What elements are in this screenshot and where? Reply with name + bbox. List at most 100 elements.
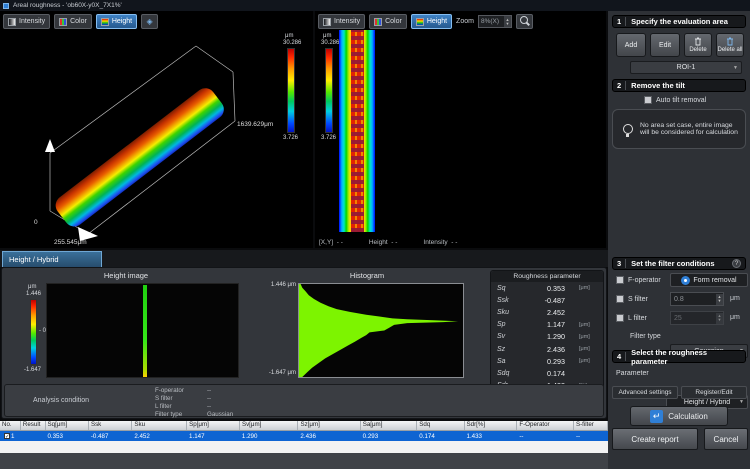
- view-3d-button[interactable]: ◈: [141, 14, 158, 29]
- column-header[interactable]: F-Operator: [517, 421, 574, 430]
- parameter-value: 0.353: [521, 284, 565, 293]
- form-removal-icon: [681, 276, 690, 285]
- advanced-settings-button[interactable]: Advanced settings: [612, 386, 678, 399]
- s-filter-checkbox[interactable]: S filter: [616, 295, 648, 303]
- add-roi-button[interactable]: Add: [616, 33, 646, 57]
- parameter-value: 0.174: [521, 369, 565, 378]
- histogram-chart: [299, 284, 463, 377]
- analysis-condition-list: F-operator--S filter--L filter--Filter t…: [155, 385, 233, 416]
- s-filter-unit: μm: [730, 295, 740, 302]
- trash-icon: [694, 37, 702, 46]
- parameter-value: 1.290: [521, 332, 565, 341]
- result-cell: 0.353: [45, 433, 88, 440]
- register-edit-button[interactable]: Register/Edit: [681, 386, 747, 399]
- s-filter-input[interactable]: 0.8 ▲▼: [670, 292, 724, 306]
- edit-roi-button[interactable]: Edit: [650, 33, 680, 57]
- viewer-3d-panel[interactable]: Intensity Color Height ◈: [0, 11, 313, 248]
- intensity-button-2d[interactable]: Intensity: [318, 14, 365, 29]
- zoom-spinner[interactable]: ▲▼: [504, 16, 511, 27]
- roughness-parameter-box: Roughness parameter Sq0.353[μm]Ssk-0.487…: [490, 270, 604, 402]
- chevron-down-icon: ▼: [739, 399, 744, 405]
- cancel-button[interactable]: Cancel: [704, 428, 748, 450]
- column-header[interactable]: Sa[μm]: [361, 421, 418, 430]
- parameter-value: -0.487: [521, 296, 565, 305]
- f-operator-checkbox[interactable]: F-operator: [616, 276, 661, 284]
- column-header[interactable]: No.: [0, 421, 21, 430]
- tab-height-hybrid[interactable]: Height / Hybrid: [2, 251, 102, 267]
- create-report-button[interactable]: Create report: [612, 428, 698, 450]
- roi-select[interactable]: ROI-1 ▼: [630, 61, 742, 74]
- form-removal-button[interactable]: Form removal: [670, 273, 748, 287]
- row-checkbox[interactable]: ✓: [4, 433, 10, 439]
- help-icon[interactable]: ?: [732, 259, 741, 268]
- zoom-label: Zoom: [456, 18, 474, 25]
- checkbox-box: [616, 314, 624, 322]
- result-cell: --: [574, 433, 608, 440]
- section-2-header: 2 Remove the tilt: [612, 79, 746, 92]
- lightbulb-icon: [623, 124, 633, 134]
- roughness-row: Sa0.293[μm]: [491, 355, 603, 367]
- scale3d-max: 30.286: [283, 40, 301, 47]
- result-cell: 0.293: [361, 433, 418, 440]
- title-bar: Areal roughness - 'ob60X-y0X_7X1%': [0, 0, 750, 11]
- parameter-unit: [μm]: [579, 334, 590, 340]
- parameter-name: Sq: [497, 285, 521, 292]
- result-cell: 1.147: [187, 433, 240, 440]
- color-icon: [59, 18, 67, 26]
- parameter-label: Parameter: [616, 370, 649, 377]
- roughness-row: Sz2.436[μm]: [491, 343, 603, 355]
- magnifier-button[interactable]: [516, 14, 533, 29]
- l-filter-unit: μm: [730, 314, 740, 321]
- delete-roi-button[interactable]: Delete: [684, 33, 712, 57]
- column-header[interactable]: Sdr[%]: [465, 421, 518, 430]
- auto-tilt-removal-checkbox[interactable]: Auto tilt removal: [644, 96, 706, 104]
- column-header[interactable]: Sku: [132, 421, 187, 430]
- sample-surface: [52, 84, 228, 230]
- analysis-panel: Height image μm 1.446 - 0 -1.647 Histogr…: [1, 267, 607, 419]
- l-filter-checkbox[interactable]: L filter: [616, 314, 647, 322]
- parameter-unit: [μm]: [579, 346, 590, 352]
- column-header[interactable]: Ssk: [89, 421, 132, 430]
- roughness-row: Sp1.147[μm]: [491, 319, 603, 331]
- column-header[interactable]: Sz[μm]: [298, 421, 360, 430]
- height-button[interactable]: Height: [96, 14, 137, 29]
- surface-3d-view[interactable]: 1639.629μm 0 255.545μm: [0, 31, 280, 246]
- zoom-select[interactable]: 8%(X) ▲▼: [478, 15, 512, 28]
- height-button-2d[interactable]: Height: [411, 14, 452, 29]
- column-header[interactable]: Sv[μm]: [240, 421, 298, 430]
- histogram-title: Histogram: [252, 271, 482, 280]
- column-header[interactable]: Sq[μm]: [46, 421, 89, 430]
- column-header[interactable]: Result: [21, 421, 46, 430]
- scale2d-bar: [325, 48, 333, 133]
- color-button[interactable]: Color: [54, 14, 92, 29]
- column-header[interactable]: Sdq: [417, 421, 464, 430]
- parameter-name: Sku: [497, 309, 521, 316]
- histogram-min-label: -1.647 μm: [254, 370, 296, 377]
- color-button-2d[interactable]: Color: [369, 14, 407, 29]
- chevron-down-icon: ▼: [733, 65, 738, 71]
- intensity-button[interactable]: Intensity: [3, 14, 50, 29]
- viewer-2d-panel[interactable]: Intensity Color Height Zoom 8%(X) ▲▼ μm …: [315, 11, 606, 248]
- results-table-row[interactable]: ✓10.353-0.4872.4521.1471.2902.4360.2930.…: [0, 431, 608, 441]
- l-filter-spinner[interactable]: ▲▼: [716, 313, 723, 324]
- hi-scale-bar: [30, 299, 37, 365]
- column-header[interactable]: S-filter: [574, 421, 608, 430]
- calculation-button[interactable]: ↵ Calculation: [630, 406, 728, 426]
- l-filter-input[interactable]: 25 ▲▼: [670, 311, 724, 325]
- checkbox-box: [644, 96, 652, 104]
- results-table-header: No.ResultSq[μm]SskSkuSp[μm]Sv[μm]Sz[μm]S…: [0, 421, 608, 431]
- height-image-plot[interactable]: [46, 283, 239, 378]
- delete-all-roi-button[interactable]: Delete all: [716, 33, 744, 57]
- condition-name: Filter type: [155, 411, 207, 418]
- viewer-2d-statusbar: [X,Y] - - Height - - Intensity - -: [315, 239, 606, 246]
- scale3d-bar: [287, 48, 295, 133]
- magnifier-icon: [520, 16, 528, 24]
- histogram-plot[interactable]: [298, 283, 464, 378]
- s-filter-spinner[interactable]: ▲▼: [716, 294, 723, 305]
- result-cell: ✓1: [0, 433, 21, 440]
- scale2d-unit: μm: [323, 33, 331, 40]
- column-header[interactable]: Sp[μm]: [187, 421, 240, 430]
- z-axis-arrow: [45, 139, 55, 152]
- roughness-row: Sdq0.174: [491, 367, 603, 379]
- parameter-name: Ssk: [497, 297, 521, 304]
